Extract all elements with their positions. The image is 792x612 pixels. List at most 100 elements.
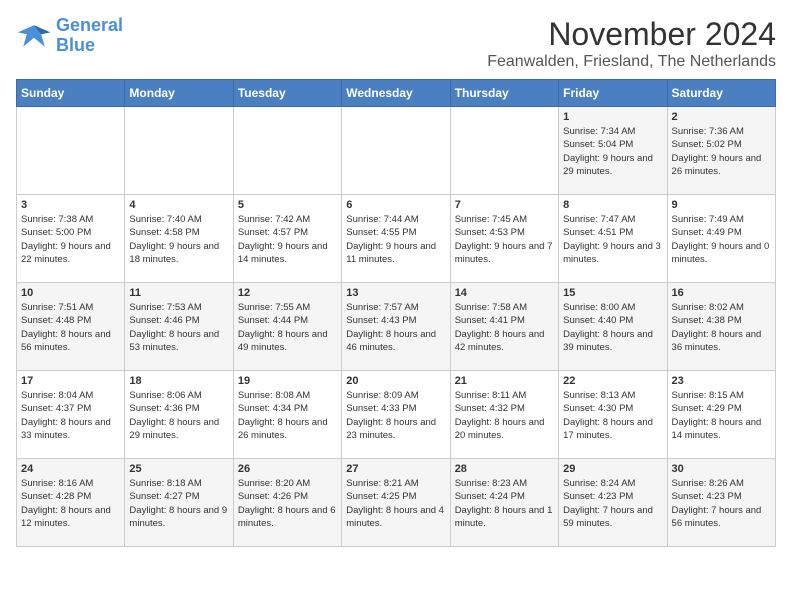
title-area: November 2024 Feanwalden, Friesland, The… — [487, 16, 776, 71]
calendar-week-2: 3 Sunrise: 7:38 AM Sunset: 5:00 PM Daylig… — [17, 195, 776, 283]
day-number: 5 — [238, 199, 337, 211]
day-number: 16 — [672, 287, 771, 299]
calendar-cell: 15 Sunrise: 8:00 AM Sunset: 4:40 PM Dayli… — [559, 283, 667, 371]
calendar-cell: 2 Sunrise: 7:36 AM Sunset: 5:02 PM Daylig… — [667, 107, 775, 195]
calendar-cell — [450, 107, 558, 195]
calendar-week-3: 10 Sunrise: 7:51 AM Sunset: 4:48 PM Dayli… — [17, 283, 776, 371]
calendar-cell: 21 Sunrise: 8:11 AM Sunset: 4:32 PM Dayli… — [450, 371, 558, 459]
calendar-cell: 3 Sunrise: 7:38 AM Sunset: 5:00 PM Daylig… — [17, 195, 125, 283]
day-number: 9 — [672, 199, 771, 211]
day-number: 20 — [346, 375, 445, 387]
calendar-cell: 30Sunrise: 8:26 AM Sunset: 4:23 PM Dayli… — [667, 459, 775, 547]
day-info: Sunrise: 8:24 AM Sunset: 4:23 PM Dayligh… — [563, 477, 662, 530]
day-number: 10 — [21, 287, 120, 299]
calendar-cell: 9 Sunrise: 7:49 AM Sunset: 4:49 PM Daylig… — [667, 195, 775, 283]
page-header: General Blue November 2024 Feanwalden, F… — [16, 16, 776, 71]
day-info: Sunrise: 8:13 AM Sunset: 4:30 PM Dayligh… — [563, 389, 662, 442]
weekday-thursday: Thursday — [450, 80, 558, 107]
calendar-week-5: 24 Sunrise: 8:16 AM Sunset: 4:28 PM Dayli… — [17, 459, 776, 547]
calendar-cell: 16Sunrise: 8:02 AM Sunset: 4:38 PM Dayli… — [667, 283, 775, 371]
day-info: Sunrise: 7:45 AM Sunset: 4:53 PM Dayligh… — [455, 213, 554, 266]
calendar-cell: 20 Sunrise: 8:09 AM Sunset: 4:33 PM Dayli… — [342, 371, 450, 459]
day-number: 22 — [563, 375, 662, 387]
day-number: 24 — [21, 463, 120, 475]
weekday-saturday: Saturday — [667, 80, 775, 107]
calendar-cell: 1 Sunrise: 7:34 AM Sunset: 5:04 PM Daylig… — [559, 107, 667, 195]
day-info: Sunrise: 8:11 AM Sunset: 4:32 PM Dayligh… — [455, 389, 554, 442]
day-info: Sunrise: 7:44 AM Sunset: 4:55 PM Dayligh… — [346, 213, 445, 266]
day-number: 28 — [455, 463, 554, 475]
calendar-cell: 29 Sunrise: 8:24 AM Sunset: 4:23 PM Dayli… — [559, 459, 667, 547]
day-number: 11 — [129, 287, 228, 299]
calendar-cell: 19 Sunrise: 8:08 AM Sunset: 4:34 PM Dayli… — [233, 371, 341, 459]
calendar-cell: 27Sunrise: 8:21 AM Sunset: 4:25 PM Dayli… — [342, 459, 450, 547]
day-number: 23 — [672, 375, 771, 387]
day-info: Sunrise: 8:08 AM Sunset: 4:34 PM Dayligh… — [238, 389, 337, 442]
day-number: 25 — [129, 463, 228, 475]
day-info: Sunrise: 7:57 AM Sunset: 4:43 PM Dayligh… — [346, 301, 445, 354]
day-number: 2 — [672, 111, 771, 123]
day-number: 18 — [129, 375, 228, 387]
calendar-cell: 7 Sunrise: 7:45 AM Sunset: 4:53 PM Daylig… — [450, 195, 558, 283]
weekday-friday: Friday — [559, 80, 667, 107]
calendar-cell — [125, 107, 233, 195]
day-number: 29 — [563, 463, 662, 475]
calendar-cell: 24 Sunrise: 8:16 AM Sunset: 4:28 PM Dayli… — [17, 459, 125, 547]
day-number: 6 — [346, 199, 445, 211]
logo-text: General Blue — [56, 16, 123, 56]
day-info: Sunrise: 7:49 AM Sunset: 4:49 PM Dayligh… — [672, 213, 771, 266]
calendar-cell: 12Sunrise: 7:55 AM Sunset: 4:44 PM Dayli… — [233, 283, 341, 371]
calendar-cell — [17, 107, 125, 195]
weekday-sunday: Sunday — [17, 80, 125, 107]
day-info: Sunrise: 7:51 AM Sunset: 4:48 PM Dayligh… — [21, 301, 120, 354]
day-info: Sunrise: 7:53 AM Sunset: 4:46 PM Dayligh… — [129, 301, 228, 354]
day-number: 8 — [563, 199, 662, 211]
calendar-cell: 14Sunrise: 7:58 AM Sunset: 4:41 PM Dayli… — [450, 283, 558, 371]
day-number: 15 — [563, 287, 662, 299]
calendar-cell: 26Sunrise: 8:20 AM Sunset: 4:26 PM Dayli… — [233, 459, 341, 547]
calendar-cell: 10 Sunrise: 7:51 AM Sunset: 4:48 PM Dayli… — [17, 283, 125, 371]
day-number: 7 — [455, 199, 554, 211]
day-number: 21 — [455, 375, 554, 387]
day-info: Sunrise: 8:23 AM Sunset: 4:24 PM Dayligh… — [455, 477, 554, 530]
logo-icon — [16, 21, 52, 51]
day-info: Sunrise: 7:42 AM Sunset: 4:57 PM Dayligh… — [238, 213, 337, 266]
day-info: Sunrise: 8:21 AM Sunset: 4:25 PM Dayligh… — [346, 477, 445, 530]
day-info: Sunrise: 7:40 AM Sunset: 4:58 PM Dayligh… — [129, 213, 228, 266]
location-title: Feanwalden, Friesland, The Netherlands — [487, 53, 776, 71]
calendar-header: SundayMondayTuesdayWednesdayThursdayFrid… — [17, 80, 776, 107]
day-number: 30 — [672, 463, 771, 475]
calendar-cell — [342, 107, 450, 195]
day-number: 12 — [238, 287, 337, 299]
calendar-week-4: 17Sunrise: 8:04 AM Sunset: 4:37 PM Dayli… — [17, 371, 776, 459]
day-number: 19 — [238, 375, 337, 387]
day-info: Sunrise: 8:04 AM Sunset: 4:37 PM Dayligh… — [21, 389, 120, 442]
calendar-cell — [233, 107, 341, 195]
day-number: 1 — [563, 111, 662, 123]
day-info: Sunrise: 8:09 AM Sunset: 4:33 PM Dayligh… — [346, 389, 445, 442]
calendar-body: 1 Sunrise: 7:34 AM Sunset: 5:04 PM Daylig… — [17, 107, 776, 547]
day-info: Sunrise: 8:15 AM Sunset: 4:29 PM Dayligh… — [672, 389, 771, 442]
calendar-cell: 18 Sunrise: 8:06 AM Sunset: 4:36 PM Dayli… — [125, 371, 233, 459]
day-info: Sunrise: 7:34 AM Sunset: 5:04 PM Dayligh… — [563, 125, 662, 178]
day-number: 3 — [21, 199, 120, 211]
calendar-cell: 6 Sunrise: 7:44 AM Sunset: 4:55 PM Daylig… — [342, 195, 450, 283]
weekday-tuesday: Tuesday — [233, 80, 341, 107]
calendar-cell: 22 Sunrise: 8:13 AM Sunset: 4:30 PM Dayli… — [559, 371, 667, 459]
weekday-wednesday: Wednesday — [342, 80, 450, 107]
calendar-cell: 17Sunrise: 8:04 AM Sunset: 4:37 PM Dayli… — [17, 371, 125, 459]
logo: General Blue — [16, 16, 123, 56]
day-info: Sunrise: 7:38 AM Sunset: 5:00 PM Dayligh… — [21, 213, 120, 266]
day-info: Sunrise: 8:06 AM Sunset: 4:36 PM Dayligh… — [129, 389, 228, 442]
calendar-cell: 5 Sunrise: 7:42 AM Sunset: 4:57 PM Daylig… — [233, 195, 341, 283]
weekday-header-row: SundayMondayTuesdayWednesdayThursdayFrid… — [17, 80, 776, 107]
calendar-cell: 4Sunrise: 7:40 AM Sunset: 4:58 PM Daylig… — [125, 195, 233, 283]
day-info: Sunrise: 8:00 AM Sunset: 4:40 PM Dayligh… — [563, 301, 662, 354]
calendar-week-1: 1 Sunrise: 7:34 AM Sunset: 5:04 PM Daylig… — [17, 107, 776, 195]
calendar-cell: 11 Sunrise: 7:53 AM Sunset: 4:46 PM Dayli… — [125, 283, 233, 371]
calendar-cell: 13 Sunrise: 7:57 AM Sunset: 4:43 PM Dayli… — [342, 283, 450, 371]
day-info: Sunrise: 8:18 AM Sunset: 4:27 PM Dayligh… — [129, 477, 228, 530]
day-number: 13 — [346, 287, 445, 299]
day-info: Sunrise: 8:16 AM Sunset: 4:28 PM Dayligh… — [21, 477, 120, 530]
day-info: Sunrise: 7:36 AM Sunset: 5:02 PM Dayligh… — [672, 125, 771, 178]
